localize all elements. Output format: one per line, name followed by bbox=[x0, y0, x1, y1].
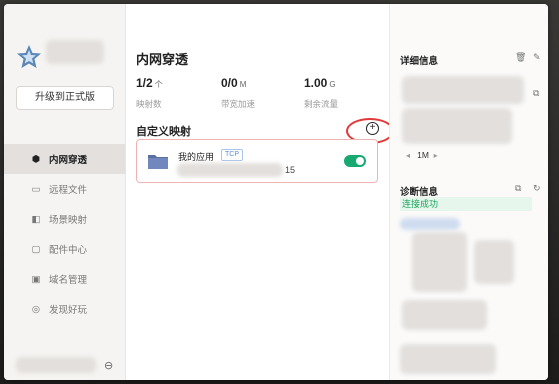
stat-bandwidth: 0/0 M 带宽加速 bbox=[221, 74, 255, 110]
sidebar-item-1[interactable]: ▭ 远程文件 bbox=[4, 174, 125, 204]
diagnosis-log-redacted bbox=[400, 344, 496, 374]
sidebar-item-label: 配件中心 bbox=[49, 245, 88, 256]
mapping-card[interactable]: 我的应用 TCP 15 bbox=[136, 139, 378, 183]
folder-icon bbox=[148, 155, 168, 169]
diagnosis-log-redacted bbox=[402, 300, 487, 330]
domain-icon: ▣ bbox=[31, 273, 41, 285]
sidebar-item-label: 场景映射 bbox=[49, 215, 88, 226]
diagnosis-log-redacted bbox=[474, 240, 514, 284]
diagnosis-link-redacted[interactable] bbox=[400, 218, 460, 230]
sidebar-nav: ⬢ 内网穿透 ▭ 远程文件 ◧ 场景映射 ▢ 配件中心 ▣ 域名管理 ◎ 发现好玩 bbox=[4, 144, 125, 324]
add-mapping-button[interactable]: + bbox=[366, 122, 379, 135]
copy-icon[interactable]: ⧉ bbox=[515, 183, 521, 194]
folder-icon: ▭ bbox=[31, 183, 41, 195]
stat-unit: 个 bbox=[154, 80, 163, 89]
sidebar-item-3[interactable]: ▢ 配件中心 bbox=[4, 234, 125, 264]
mapping-name: 我的应用 bbox=[178, 152, 215, 162]
upgrade-button[interactable]: 升级到正式版 bbox=[16, 86, 114, 110]
page-title: 内网穿透 bbox=[136, 52, 189, 67]
sidebar: 升级到正式版 ⬢ 内网穿透 ▭ 远程文件 ◧ 场景映射 ▢ 配件中心 ▣ 域名管理 ◎ 发现好玩 ⊖ bbox=[4, 4, 126, 380]
delete-icon[interactable]: 🗑 bbox=[515, 52, 526, 63]
cube-icon: ⬢ bbox=[31, 153, 41, 165]
mapping-enable-toggle[interactable] bbox=[344, 155, 366, 167]
diagnosis-log-redacted bbox=[412, 232, 467, 292]
connection-status: 连接成功 bbox=[400, 197, 532, 211]
stat-label: 带宽加速 bbox=[221, 99, 256, 109]
sidebar-item-label: 域名管理 bbox=[49, 275, 88, 286]
stat-value: 0/0 bbox=[221, 76, 238, 90]
stat-label: 剩余流量 bbox=[304, 99, 339, 109]
sidebar-item-label: 内网穿透 bbox=[49, 155, 88, 166]
account-info-redacted bbox=[16, 357, 96, 373]
stat-unit: M bbox=[239, 80, 247, 89]
stat-label: 映射数 bbox=[136, 99, 162, 109]
main-panel: 内网穿透 1/2 个 映射数 0/0 M 带宽加速 1.00 G 剩余流量 自定义映射… bbox=[126, 4, 394, 380]
sidebar-item-0[interactable]: ⬢ 内网穿透 bbox=[4, 144, 125, 174]
stat-value: 1/2 bbox=[136, 76, 153, 90]
details-title: 详细信息 bbox=[400, 56, 439, 67]
rate-selector[interactable]: ◂ 1M ▸ bbox=[406, 150, 438, 160]
discover-icon: ◎ bbox=[31, 303, 41, 315]
diagnosis-title: 诊断信息 bbox=[400, 187, 439, 198]
mapping-address-redacted bbox=[177, 163, 283, 177]
edit-icon[interactable]: ✎ bbox=[533, 52, 541, 63]
stat-mappings: 1/2 个 映射数 bbox=[136, 74, 163, 110]
rate-value: 1M bbox=[417, 150, 429, 160]
refresh-icon[interactable]: ↻ bbox=[533, 183, 541, 194]
detail-field-redacted bbox=[402, 108, 512, 144]
chevron-left-icon[interactable]: ◂ bbox=[406, 151, 410, 160]
mapping-address-tail: 15 bbox=[285, 165, 296, 175]
details-panel: 详细信息 🗑 ✎ ⧉ ◂ 1M ▸ 诊断信息 ⧉ ↻ 连接成功 bbox=[389, 4, 548, 380]
sidebar-item-2[interactable]: ◧ 场景映射 bbox=[4, 204, 125, 234]
plugin-icon: ▢ bbox=[31, 243, 41, 255]
zoom-icon[interactable]: ⊖ bbox=[104, 359, 113, 372]
sidebar-item-label: 发现好玩 bbox=[49, 305, 88, 316]
chevron-right-icon[interactable]: ▸ bbox=[434, 151, 438, 160]
detail-field-redacted bbox=[402, 76, 524, 104]
app-logo-icon bbox=[17, 45, 41, 68]
stat-value: 1.00 bbox=[304, 76, 328, 90]
copy-icon[interactable]: ⧉ bbox=[533, 88, 539, 99]
protocol-badge: TCP bbox=[221, 149, 243, 161]
sidebar-item-4[interactable]: ▣ 域名管理 bbox=[4, 264, 125, 294]
sidebar-item-5[interactable]: ◎ 发现好玩 bbox=[4, 294, 125, 324]
custom-mapping-title: 自定义映射 bbox=[136, 126, 191, 138]
stat-unit: G bbox=[329, 80, 336, 89]
sidebar-item-label: 远程文件 bbox=[49, 185, 88, 196]
stat-traffic: 1.00 G 剩余流量 bbox=[304, 74, 338, 110]
app-window: 升级到正式版 ⬢ 内网穿透 ▭ 远程文件 ◧ 场景映射 ▢ 配件中心 ▣ 域名管理 ◎ 发现好玩 ⊖ … bbox=[4, 4, 548, 380]
user-name-redacted bbox=[46, 40, 104, 64]
map-icon: ◧ bbox=[31, 213, 41, 225]
